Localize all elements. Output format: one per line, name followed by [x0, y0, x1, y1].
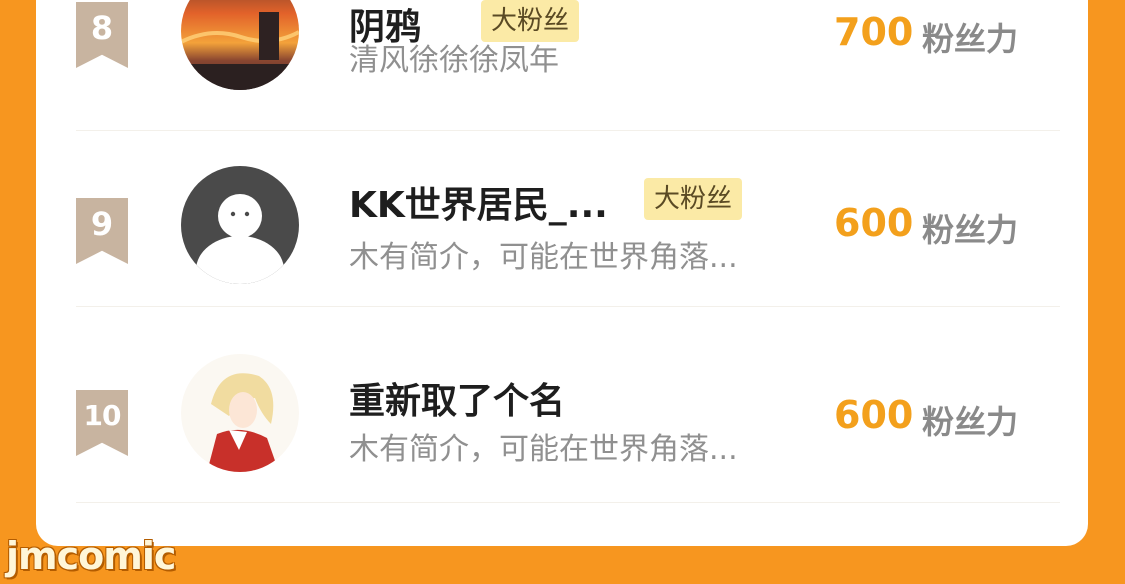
anime-girl-avatar[interactable] — [181, 354, 299, 472]
user-name[interactable]: 重新取了个名 — [349, 372, 565, 424]
ranking-row[interactable]: 8 阴鸦 大粉丝 清风徐徐徐凤年 700 粉丝力 — [36, 0, 1088, 131]
user-name[interactable]: KK世界居民_... — [349, 176, 608, 228]
ranking-row[interactable]: 10 重新取了个名 木有简介，可能在世界角落... 600 粉丝力 — [36, 322, 1088, 503]
user-bio: 清风徐徐徐凤年 — [349, 43, 559, 78]
rank-ribbon: 8 — [76, 2, 128, 68]
fan-power-unit: 粉丝力 — [922, 211, 1019, 249]
fan-level-badge: 大粉丝 — [644, 178, 743, 220]
fan-ranking-card: 8 阴鸦 大粉丝 清风徐徐徐凤年 700 粉丝力 9 KK世界居民_... 大粉… — [36, 0, 1088, 546]
default-user-avatar[interactable] — [181, 166, 299, 284]
fan-power-score: 600 — [834, 393, 914, 437]
fan-power-score: 600 — [834, 201, 914, 245]
fan-power-score: 700 — [834, 10, 914, 54]
site-watermark: jmcomic — [6, 534, 176, 578]
ranking-row[interactable]: 9 KK世界居民_... 大粉丝 木有简介，可能在世界角落... 600 粉丝力 — [36, 130, 1088, 310]
fan-power-unit: 粉丝力 — [922, 20, 1019, 58]
sunset-avatar[interactable] — [181, 0, 299, 90]
user-bio: 木有简介，可能在世界角落... — [349, 240, 738, 275]
fan-power-unit: 粉丝力 — [922, 403, 1019, 441]
row-divider — [76, 502, 1060, 503]
rank-ribbon: 10 — [76, 390, 128, 456]
row-divider — [76, 306, 1060, 307]
rank-ribbon: 9 — [76, 198, 128, 264]
user-bio: 木有简介，可能在世界角落... — [349, 432, 738, 467]
